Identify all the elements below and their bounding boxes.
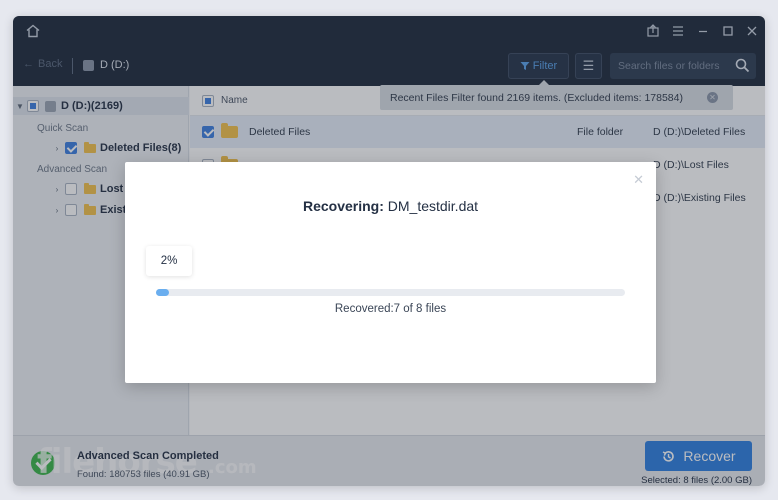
progress-percent: 2% <box>146 246 192 276</box>
progress-track <box>156 289 625 296</box>
dialog-title-prefix: Recovering: <box>302 198 384 214</box>
recovering-dialog: ✕ Recovering: DM_testdir.dat 2% Recovere… <box>125 162 656 383</box>
dialog-title: Recovering: DM_testdir.dat <box>125 198 656 214</box>
progress-fill <box>156 289 169 296</box>
dialog-title-file: DM_testdir.dat <box>387 198 479 214</box>
recovered-count: Recovered:7 of 8 files <box>334 303 447 315</box>
app-window: ← Back D (D:) Filter ☰ ▼ D (D:)(2169) Qu… <box>13 16 765 486</box>
close-icon[interactable]: ✕ <box>633 172 644 188</box>
